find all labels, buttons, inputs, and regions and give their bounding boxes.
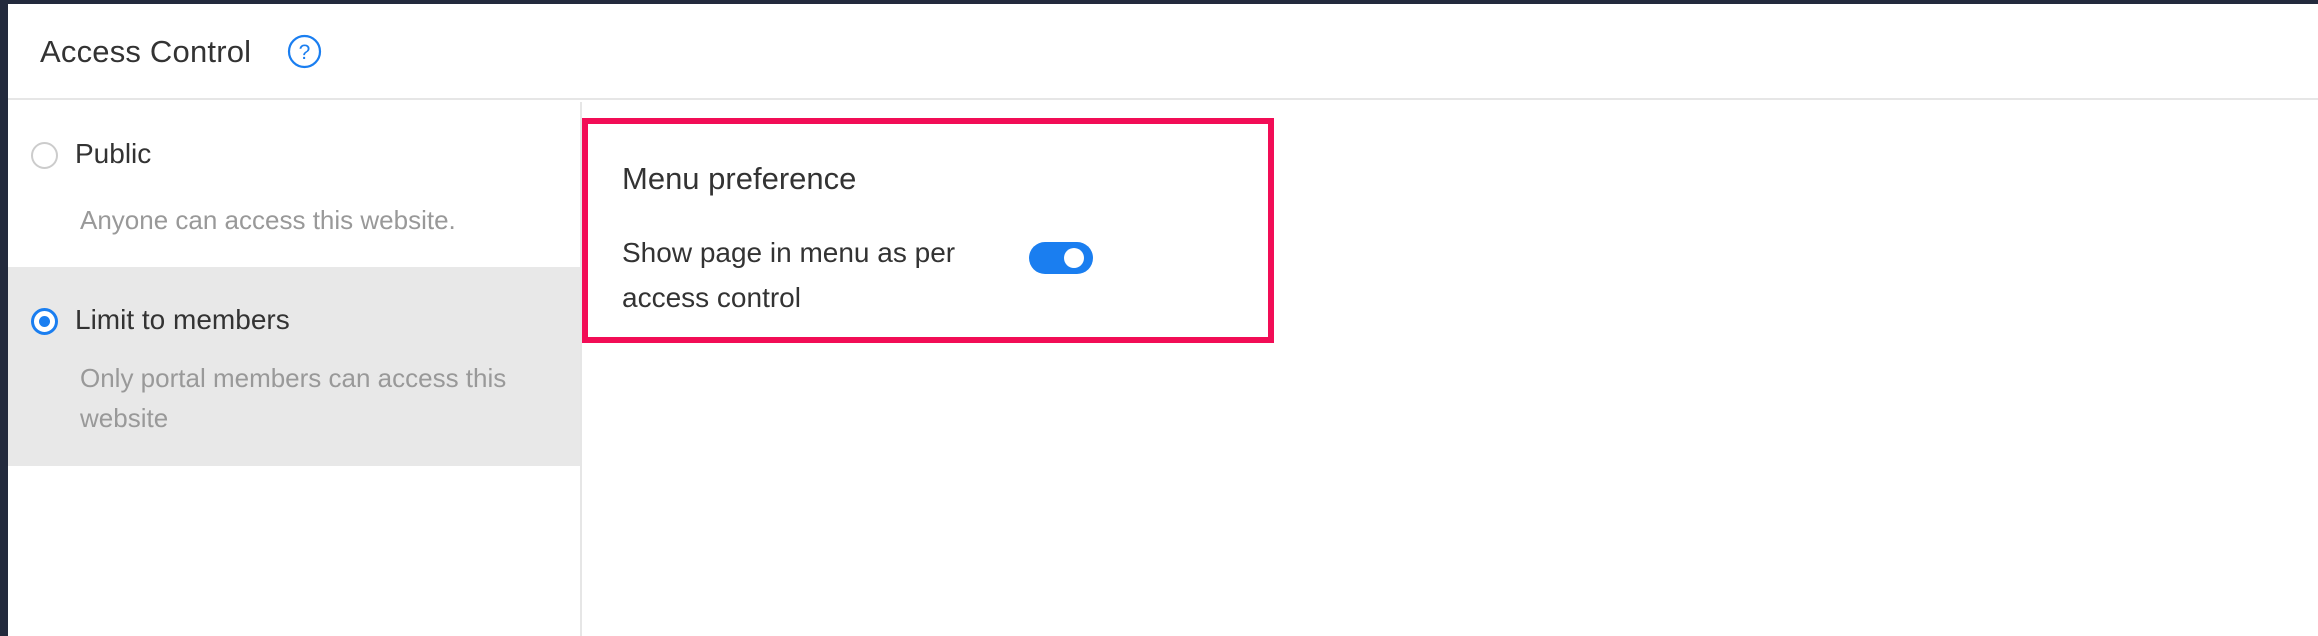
access-option-public[interactable]: Public Anyone can access this website. [8,102,580,267]
access-options-list: Public Anyone can access this website. L… [8,102,582,636]
public-description: Anyone can access this website. [80,205,456,235]
menu-visibility-toggle[interactable] [1029,242,1093,274]
public-label[interactable]: Public [75,138,151,170]
help-glyph: ? [299,41,311,64]
access-option-limit-to-members[interactable]: Limit to members Only portal members can… [8,267,580,466]
toggle-knob [1064,248,1084,268]
panel-header: Access Control ? [8,4,2318,100]
menu-toggle-label: Show page in menu as per access control [622,237,956,313]
menu-preference-card: Menu preference Show page in menu as per… [582,118,1274,343]
help-icon[interactable]: ? [287,34,322,69]
settings-panel: Menu preference Show page in menu as per… [582,102,2318,636]
limit-to-members-label[interactable]: Limit to members [75,304,290,336]
access-control-panel: Access Control ? Public Anyone can acces… [8,4,2318,636]
menu-preference-title: Menu preference [622,161,857,196]
limit-to-members-description: Only portal members can access this webs… [80,363,507,433]
limit-to-members-radio[interactable] [31,308,58,335]
page-title: Access Control [40,34,252,69]
public-radio[interactable] [31,142,58,169]
